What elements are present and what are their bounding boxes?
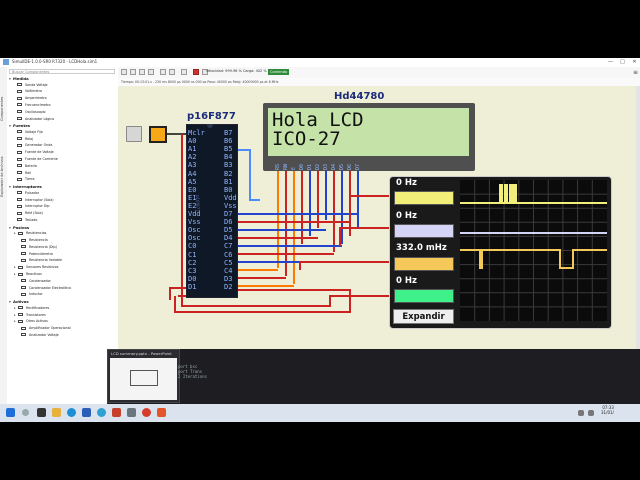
pic-pin-left: A2	[188, 153, 197, 162]
ch4-box[interactable]	[394, 289, 454, 303]
pic-pin-right: Vss	[224, 201, 237, 210]
app-icon-red[interactable]	[142, 408, 151, 417]
ch2-frequency: 0 Hz	[396, 211, 417, 221]
pic-label: p16F877	[187, 111, 236, 122]
pic-pin-right: D7	[224, 210, 233, 218]
wire[interactable]	[349, 195, 389, 220]
pic-pin-left: C2	[188, 258, 197, 267]
lcd-pin: D3	[323, 163, 329, 170]
ch4-frequency: 0 Hz	[396, 276, 417, 286]
lcd-pin: RW	[283, 163, 289, 170]
pic-pin-left: Osc	[188, 226, 201, 235]
pic-pin-left: C0	[188, 242, 197, 251]
preview-image	[110, 358, 177, 400]
pic-pin-right: C4	[224, 266, 233, 275]
clock[interactable]: 07:33 31/01/	[601, 405, 614, 415]
ch3-box[interactable]	[394, 257, 454, 271]
pic-pin-left: Osc	[188, 234, 201, 243]
pic-pin-right: C6	[224, 250, 233, 259]
ch2-box[interactable]	[394, 224, 454, 238]
preview-title: LCD summary.pptx - PowerPoint	[111, 351, 172, 356]
ch3-frequency: 332.0 mHz	[396, 243, 447, 253]
volume-icon[interactable]	[588, 410, 594, 416]
pic-pin-left: A1	[188, 145, 197, 154]
simulide-icon[interactable]	[127, 408, 136, 417]
wire[interactable]	[339, 227, 389, 246]
wire[interactable]	[299, 261, 389, 270]
pic-pin-right: D4	[224, 234, 233, 243]
edge-icon[interactable]	[67, 408, 76, 417]
app-icon-orange[interactable]	[157, 408, 166, 417]
task-view-icon[interactable]	[37, 408, 46, 417]
pic-pin-right: C7	[224, 242, 233, 251]
pic-pin-left: A4	[188, 169, 197, 178]
pic-pin-right: B6	[224, 137, 233, 146]
pic-pin-right: B0	[224, 185, 233, 194]
wire[interactable]	[169, 287, 186, 300]
pic-pin-left: Vss	[188, 218, 201, 227]
lcd-pin: D2	[315, 163, 321, 170]
pic-pin-right: Vdd	[224, 193, 237, 202]
pic-pin-right: B1	[224, 177, 233, 186]
lcd-pin: D4	[331, 163, 337, 170]
pic-pin-left: C3	[188, 266, 197, 275]
clock-date: 31/01/	[601, 410, 614, 415]
lcd-label: Hd44780	[334, 91, 385, 102]
pic-pin-right: B4	[224, 153, 233, 162]
push-button[interactable]	[149, 126, 167, 143]
network-icon[interactable]	[578, 410, 584, 416]
pic-pin-right: B5	[224, 145, 233, 154]
wire[interactable]	[236, 149, 260, 201]
pic-pin-right: D3	[224, 274, 233, 283]
reset-button[interactable]	[126, 126, 142, 142]
wire[interactable]	[329, 295, 389, 300]
search-icon[interactable]	[22, 409, 29, 416]
chrome-icon[interactable]	[97, 408, 106, 417]
pic-pin-left: E0	[188, 185, 197, 194]
lcd-pin: D7	[355, 163, 361, 170]
pic-pin-right: C5	[224, 258, 233, 267]
taskbar	[0, 404, 640, 422]
file-explorer-icon[interactable]	[52, 408, 61, 417]
slide-diagram	[130, 370, 158, 386]
pic-model-text: p16f877	[195, 195, 200, 212]
pic-pin-right: D6	[224, 218, 233, 227]
pic-pin-left: A5	[188, 177, 197, 186]
ch1-frequency: 0 Hz	[396, 178, 417, 188]
lcd-pin: D5	[339, 163, 345, 170]
lcd-pin: RS	[275, 163, 281, 170]
pic-pin-left: A3	[188, 161, 197, 170]
pic-pin-left: Mclr	[188, 129, 205, 137]
start-icon[interactable]	[6, 408, 15, 417]
pic-pin-right: B7	[224, 129, 233, 137]
code-snippet: port bsc port Trans 2 Iterations	[178, 364, 207, 379]
expand-button[interactable]: Expandir	[393, 309, 454, 324]
pic-pin-right: B2	[224, 169, 233, 178]
pic-pin-left: D0	[188, 274, 197, 283]
pic-pin-left: C1	[188, 250, 197, 259]
lcd-pin: E	[291, 166, 297, 170]
powerpoint-icon[interactable]	[112, 408, 121, 417]
lcd-pin: D6	[347, 163, 353, 170]
scope-screen	[460, 180, 607, 321]
pic-pin-right: D5	[224, 226, 233, 235]
lcd-pin: D1	[307, 163, 313, 170]
pic-pin-left: D1	[188, 282, 197, 291]
pic-pin-right: D2	[224, 282, 233, 291]
lcd-pin: D0	[299, 163, 305, 170]
pic-pin-left: A0	[188, 137, 197, 146]
word-icon[interactable]	[82, 408, 91, 417]
lcd-line-2: ICO-27	[272, 128, 341, 150]
pic-pin-right: B3	[224, 161, 233, 170]
ch1-box[interactable]	[394, 191, 454, 205]
